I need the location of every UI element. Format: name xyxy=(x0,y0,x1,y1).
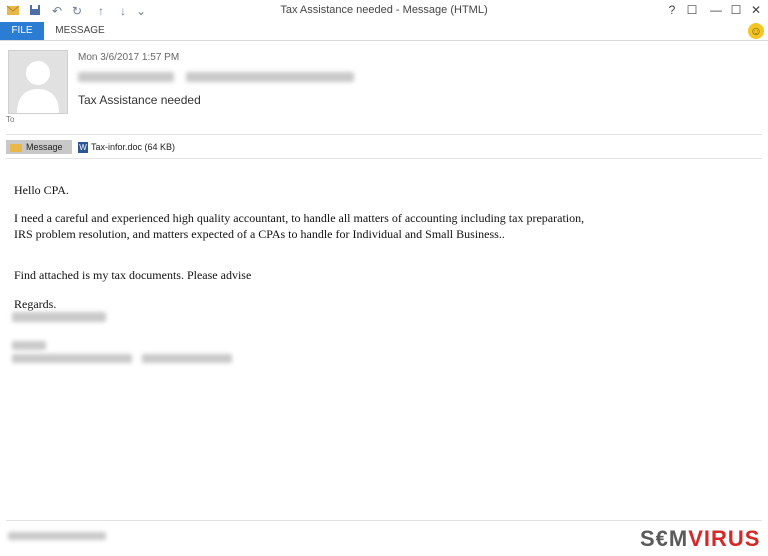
window-title: Tax Assistance needed - Message (HTML) xyxy=(280,4,488,16)
body-paragraph-2: Find attached is my tax documents. Pleas… xyxy=(14,268,252,282)
sender-email-redacted xyxy=(186,72,354,82)
minimize-button[interactable]: — xyxy=(708,3,724,18)
message-subject: Tax Assistance needed xyxy=(78,93,201,107)
attachment-filename: Tax-infor.doc (64 KB) xyxy=(91,142,176,152)
header-divider xyxy=(6,134,762,135)
help-button[interactable]: ? xyxy=(664,3,680,18)
sender-avatar xyxy=(8,50,68,114)
message-tab-button[interactable]: Message xyxy=(6,140,72,154)
watermark-logo: S€MVIRUS xyxy=(640,526,761,552)
body-closing: Regards. xyxy=(14,297,57,311)
signature-phone-redacted xyxy=(142,354,232,363)
watermark-part-2: VIRUS xyxy=(688,526,761,551)
body-paragraph-1-line-1: I need a careful and experienced high qu… xyxy=(14,211,585,225)
close-button[interactable]: ✕ xyxy=(748,3,764,18)
signature-line-redacted xyxy=(12,341,46,350)
smiley-icon[interactable]: ☺ xyxy=(748,23,764,39)
signature-address-redacted xyxy=(12,354,132,363)
footer-redacted xyxy=(8,532,106,540)
maximize-button[interactable]: ☐ xyxy=(728,3,744,18)
sender-name-redacted xyxy=(78,72,174,82)
envelope-icon xyxy=(10,143,22,152)
ribbon-divider xyxy=(0,40,768,41)
word-doc-icon: W xyxy=(78,142,88,154)
body-paragraph-1-line-2: IRS problem resolution, and matters expe… xyxy=(14,227,505,241)
sent-date: Mon 3/6/2017 1:57 PM xyxy=(78,52,180,63)
watermark-part-1: S€M xyxy=(640,526,689,551)
tab-message[interactable]: MESSAGE xyxy=(52,22,108,40)
tab-file[interactable]: FILE xyxy=(0,22,44,40)
footer-divider xyxy=(6,520,762,521)
signature-name-redacted xyxy=(12,312,106,322)
attachment-divider xyxy=(6,158,762,159)
body-greeting: Hello CPA. xyxy=(14,183,69,197)
attachment-item[interactable]: W Tax-infor.doc (64 KB) xyxy=(78,140,175,154)
message-tab-label: Message xyxy=(26,142,63,152)
restore-icon[interactable]: ☐ xyxy=(684,3,700,18)
to-label: To xyxy=(6,115,15,124)
